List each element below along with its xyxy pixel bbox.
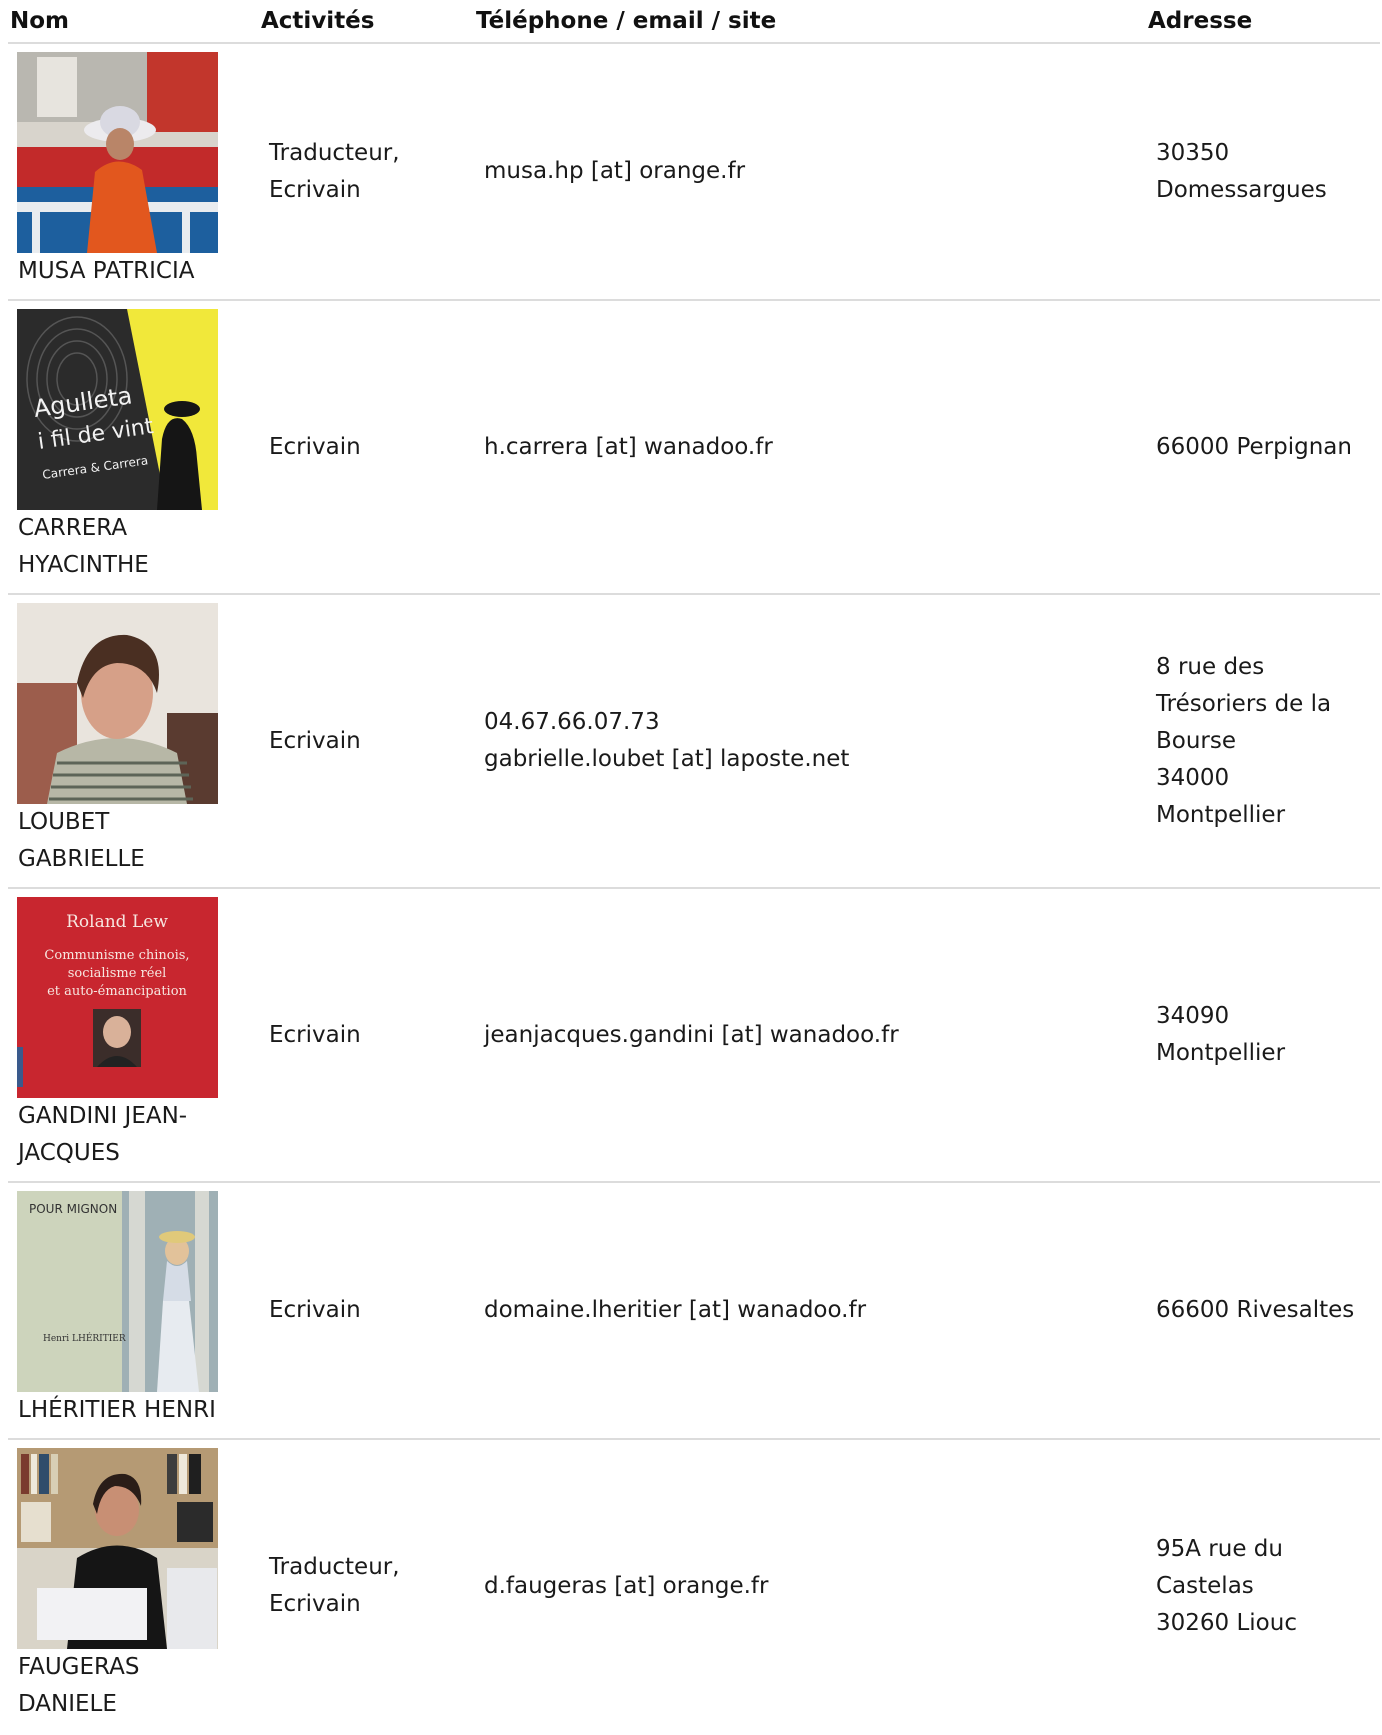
table-row: FAUGERAS DANIELE Traducteur, Ecrivain d.… xyxy=(8,1440,1380,1735)
author-photo xyxy=(17,52,218,253)
email-text[interactable]: h.carrera [at] wanadoo.fr xyxy=(484,429,773,466)
author-photo xyxy=(17,1448,218,1649)
author-photo: Agulleta i fil de vint Carrera & Carrera xyxy=(17,309,218,510)
author-name: FAUGERAS DANIELE xyxy=(18,1654,140,1717)
contact-cell: h.carrera [at] wanadoo.fr xyxy=(484,301,773,593)
portrait-woman-hat-orange-photo xyxy=(17,52,218,253)
address-cell: 34090 Montpellier xyxy=(1156,1003,1286,1066)
table-row: Agulleta i fil de vint Carrera & Carrera… xyxy=(8,301,1380,595)
email-text[interactable]: d.faugeras [at] orange.fr xyxy=(484,1568,768,1605)
portrait-woman-striped-shirt-photo xyxy=(17,603,218,804)
address-cell: 8 rue des Trésoriers de la Bourse 34000 … xyxy=(1156,653,1332,828)
cover-author: Henri LHÉRITIER xyxy=(43,1332,126,1344)
activities-cell: Ecrivain xyxy=(269,727,361,754)
address-cell: 30350 Domessargues xyxy=(1156,139,1327,203)
author-photo: POUR MIGNON Henri LHÉRITIER xyxy=(17,1191,218,1392)
activities-cell: Traducteur, Ecrivain xyxy=(269,139,400,203)
table-row: Roland Lew Communisme chinois, socialism… xyxy=(8,889,1380,1183)
address-cell: 95A rue du Castelas 30260 Liouc xyxy=(1156,1535,1297,1636)
book-cover-pour-mignon-photo: POUR MIGNON Henri LHÉRITIER xyxy=(17,1191,218,1392)
author-photo: Roland Lew Communisme chinois, socialism… xyxy=(17,897,218,1098)
author-photo xyxy=(17,603,218,804)
author-name: LHÉRITIER HENRI xyxy=(18,1397,216,1423)
author-name: CARRERA HYACINTHE xyxy=(18,515,149,578)
column-header-contact: Téléphone / email / site xyxy=(476,8,777,34)
table-row: LOUBET GABRIELLE Ecrivain 04.67.66.07.73… xyxy=(8,595,1380,889)
contact-cell: d.faugeras [at] orange.fr xyxy=(484,1440,768,1732)
address-cell: 66000 Perpignan xyxy=(1156,433,1352,460)
column-header-address: Adresse xyxy=(1148,8,1253,34)
author-name: LOUBET GABRIELLE xyxy=(18,809,145,872)
cover-title-line: et auto-émancipation xyxy=(47,984,187,999)
address-cell: 66600 Rivesaltes xyxy=(1156,1297,1355,1323)
cover-author: Roland Lew xyxy=(66,912,168,932)
email-text[interactable]: gabrielle.loubet [at] laposte.net xyxy=(484,741,849,778)
table-row: MUSA PATRICIA Traducteur, Ecrivain musa.… xyxy=(8,44,1380,301)
portrait-woman-bookshelf-photo xyxy=(17,1448,218,1649)
book-cover-communisme-chinois-photo: Roland Lew Communisme chinois, socialism… xyxy=(17,897,218,1098)
cover-title-line: socialisme réel xyxy=(68,966,167,981)
cover-title-line: Communisme chinois, xyxy=(44,948,189,963)
contact-cell: musa.hp [at] orange.fr xyxy=(484,44,745,299)
phone-text[interactable]: 04.67.66.07.73 xyxy=(484,704,849,741)
contact-cell: domaine.lheritier [at] wanadoo.fr xyxy=(484,1183,866,1438)
activities-cell: Ecrivain xyxy=(269,1021,361,1048)
email-text[interactable]: domaine.lheritier [at] wanadoo.fr xyxy=(484,1292,866,1329)
column-header-name: Nom xyxy=(10,8,70,34)
table-row: POUR MIGNON Henri LHÉRITIER LHÉRITIER HE… xyxy=(8,1183,1380,1440)
column-header-activities: Activités xyxy=(261,8,375,34)
activities-cell: Ecrivain xyxy=(269,433,361,460)
activities-cell: Ecrivain xyxy=(269,1297,361,1323)
book-cover-agulleta-photo: Agulleta i fil de vint Carrera & Carrera xyxy=(17,309,218,510)
cover-title: POUR MIGNON xyxy=(29,1202,117,1216)
author-name: MUSA PATRICIA xyxy=(18,258,195,284)
activities-cell: Traducteur, Ecrivain xyxy=(269,1554,400,1617)
author-name: GANDINI JEAN- JACQUES xyxy=(18,1103,188,1166)
contact-cell: jeanjacques.gandini [at] wanadoo.fr xyxy=(484,889,899,1181)
contact-cell: 04.67.66.07.73 gabrielle.loubet [at] lap… xyxy=(484,595,849,887)
email-text[interactable]: musa.hp [at] orange.fr xyxy=(484,153,745,190)
email-text[interactable]: jeanjacques.gandini [at] wanadoo.fr xyxy=(484,1017,899,1054)
